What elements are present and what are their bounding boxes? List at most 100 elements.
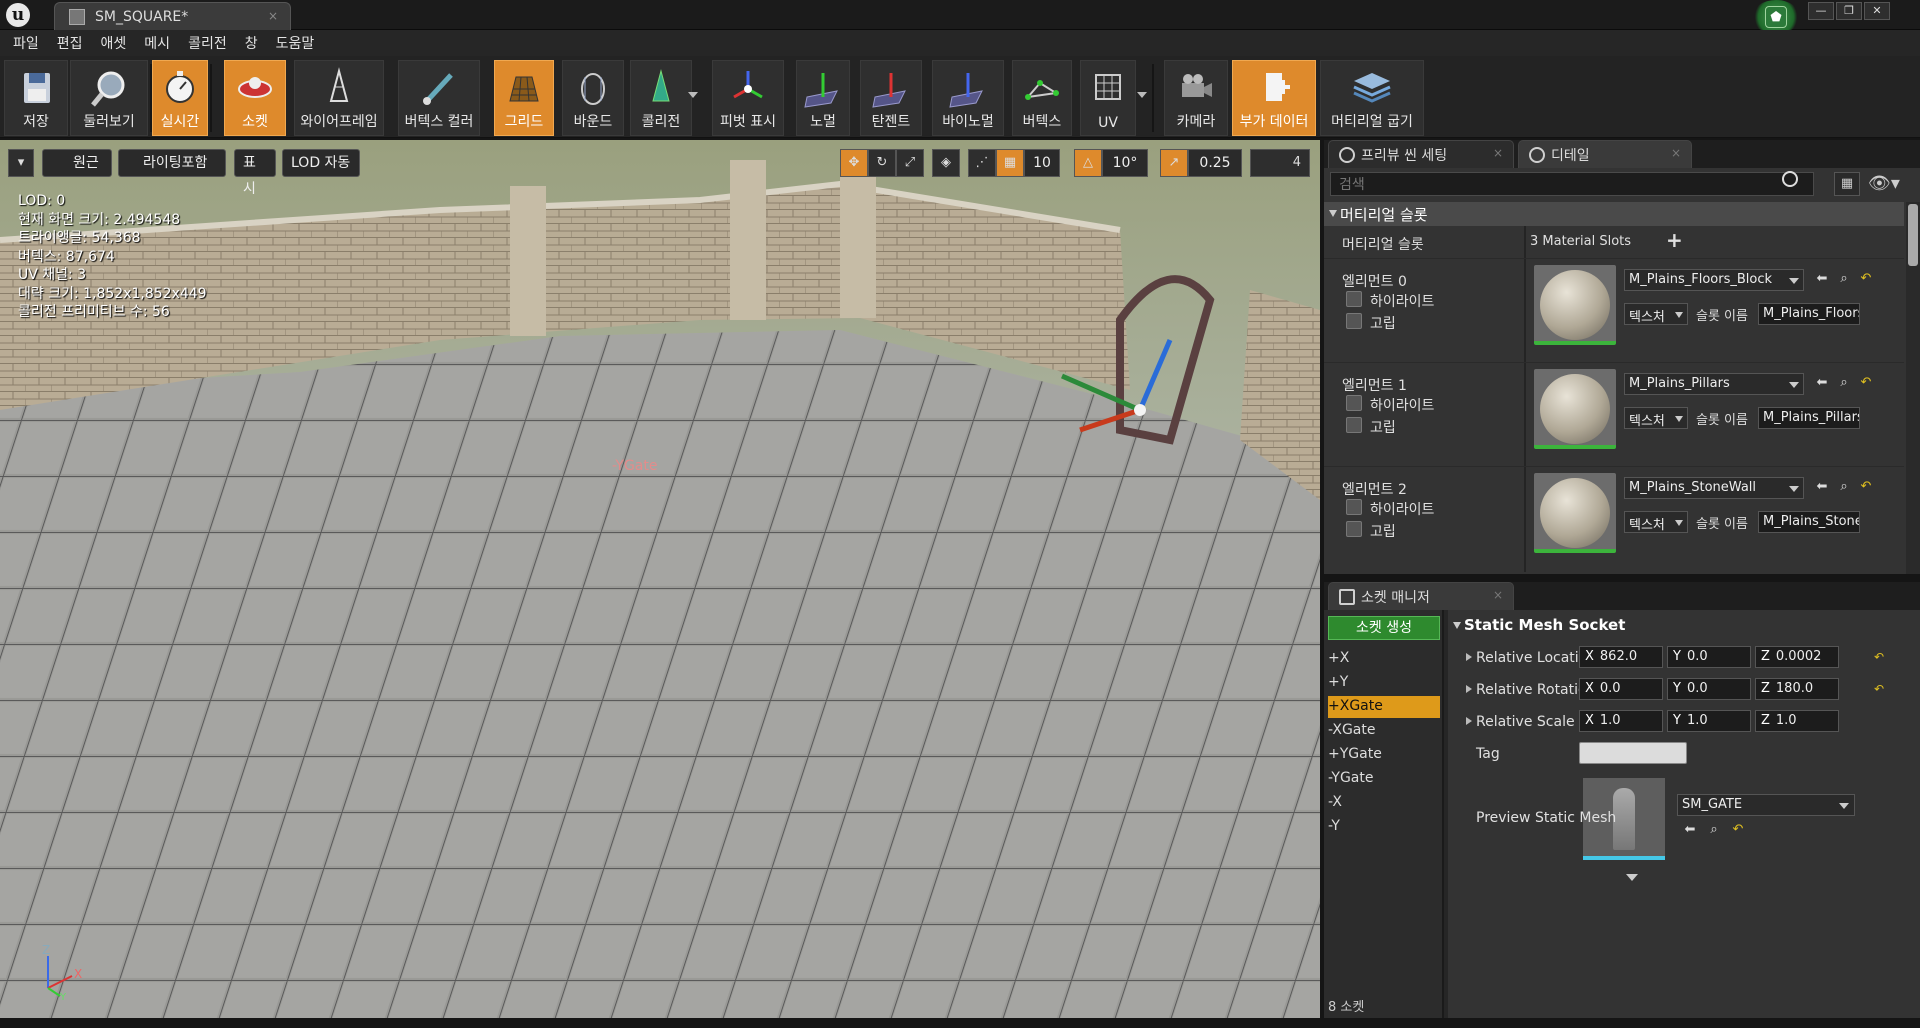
socket-item[interactable]: -X <box>1328 792 1440 814</box>
scale-z-field[interactable]: Z 1.0 <box>1755 710 1839 732</box>
browse-magnifier-icon[interactable]: ⌕ <box>1836 375 1852 393</box>
viewport-options-dropdown[interactable]: ▾ <box>8 149 34 177</box>
unreal-logo-icon[interactable]: u <box>6 3 30 27</box>
realtime-button[interactable]: 실시간 <box>152 60 208 136</box>
slot-name-field[interactable]: M_Plains_Floors_Block <box>1758 303 1860 325</box>
pivot-button[interactable]: 피벗 표시 <box>712 60 784 136</box>
isolate-checkbox[interactable] <box>1346 521 1362 537</box>
menu-collision[interactable]: 콜리전 <box>179 30 236 56</box>
close-window-button[interactable]: ✕ <box>1864 2 1890 20</box>
close-tab-icon[interactable]: × <box>1493 146 1503 160</box>
menu-edit[interactable]: 편집 <box>48 30 92 56</box>
preview-mesh-dropdown[interactable]: SM_GATE <box>1677 794 1855 816</box>
reset-location-icon[interactable]: ↶ <box>1874 650 1886 664</box>
texture-dropdown[interactable]: 텍스처 <box>1624 303 1688 325</box>
scale-tool-icon[interactable]: ⤢ <box>896 149 924 177</box>
socket-item[interactable]: -Y <box>1328 816 1440 838</box>
highlight-checkbox[interactable] <box>1346 395 1362 411</box>
location-y-field[interactable]: Y 0.0 <box>1667 646 1751 668</box>
rotation-y-field[interactable]: Y 0.0 <box>1667 678 1751 700</box>
use-selected-arrow-icon[interactable]: ⬅ <box>1814 375 1830 393</box>
expand-advanced-icon[interactable] <box>1626 874 1638 881</box>
search-icon[interactable] <box>1782 171 1798 187</box>
socket-item[interactable]: +X <box>1328 648 1440 670</box>
socket-item[interactable]: +Y <box>1328 672 1440 694</box>
material-thumbnail[interactable] <box>1534 265 1616 345</box>
rotation-z-field[interactable]: Z 180.0 <box>1755 678 1839 700</box>
document-tab[interactable]: SM_SQUARE* × <box>54 2 291 30</box>
viewport[interactable]: ▾ 원근 라이팅포함 표시 LOD 자동 ✥ ↻ ⤢ ◈ ⋰ ▦ 10 △ 10… <box>0 140 1320 1018</box>
grid-snap-value[interactable]: 10 <box>1024 149 1060 177</box>
material-picker-dropdown[interactable]: M_Plains_Pillars <box>1624 373 1804 395</box>
tab-preview-scene-settings[interactable]: 프리뷰 씬 세팅 × <box>1328 140 1514 168</box>
static-mesh-socket-header[interactable]: Static Mesh Socket <box>1448 616 1914 638</box>
binormal-button[interactable]: 바이노멀 <box>932 60 1004 136</box>
menu-mesh[interactable]: 메시 <box>135 30 179 56</box>
close-tab-icon[interactable]: × <box>1671 146 1681 160</box>
reset-to-default-icon[interactable]: ↶ <box>1858 375 1874 393</box>
browse-magnifier-icon[interactable]: ⌕ <box>1836 271 1852 289</box>
coordinate-space-icon[interactable]: ◈ <box>932 149 960 177</box>
details-search-input[interactable] <box>1330 172 1814 196</box>
save-button[interactable]: 저장 <box>4 60 68 136</box>
slot-name-field[interactable]: M_Plains_Pillars <box>1758 407 1860 429</box>
socket-item-selected[interactable]: +XGate <box>1328 696 1440 718</box>
collision-button[interactable]: 콜리전 <box>630 60 692 136</box>
camera-speed-button[interactable]: 4 <box>1250 149 1310 177</box>
menu-help[interactable]: 도움말 <box>267 30 324 56</box>
surface-snap-icon[interactable]: ⋰ <box>968 149 996 177</box>
highlight-checkbox[interactable] <box>1346 291 1362 307</box>
additional-data-button[interactable]: 부가 데이터 <box>1232 60 1316 136</box>
rotate-tool-icon[interactable]: ↻ <box>868 149 896 177</box>
scale-snap-icon[interactable]: ↗ <box>1160 149 1188 177</box>
menu-window[interactable]: 창 <box>236 30 267 56</box>
reset-to-default-icon[interactable]: ↶ <box>1730 822 1746 840</box>
scale-y-field[interactable]: Y 1.0 <box>1667 710 1751 732</box>
collision-dropdown-icon[interactable] <box>688 92 698 98</box>
browse-magnifier-icon[interactable]: ⌕ <box>1706 822 1722 840</box>
isolate-checkbox[interactable] <box>1346 313 1362 329</box>
bake-materials-button[interactable]: 머티리얼 굽기 <box>1320 60 1424 136</box>
socket-item[interactable]: -YGate <box>1328 768 1440 790</box>
material-picker-dropdown[interactable]: M_Plains_StoneWall <box>1624 477 1804 499</box>
relative-scale-label[interactable]: Relative Scale <box>1466 714 1575 730</box>
add-material-slot-button[interactable]: + <box>1666 228 1683 252</box>
source-control-badge-icon[interactable]: ⬟ <box>1752 0 1800 34</box>
close-tab-icon[interactable]: × <box>1493 588 1503 602</box>
material-picker-dropdown[interactable]: M_Plains_Floors_Block <box>1624 269 1804 291</box>
show-button[interactable]: 표시 <box>234 149 276 197</box>
grid-snap-icon[interactable]: ▦ <box>996 149 1024 177</box>
browse-button[interactable]: 둘러보기 <box>70 60 148 136</box>
maximize-button[interactable]: ❐ <box>1836 2 1862 20</box>
location-z-field[interactable]: Z 0.0002 <box>1755 646 1839 668</box>
tangent-button[interactable]: 탄젠트 <box>860 60 922 136</box>
material-thumbnail[interactable] <box>1534 473 1616 553</box>
highlight-checkbox[interactable] <box>1346 499 1362 515</box>
use-selected-arrow-icon[interactable]: ⬅ <box>1814 271 1830 289</box>
view-options-icon[interactable]: 👁▾ <box>1868 172 1908 196</box>
perspective-button[interactable]: 원근 <box>42 149 112 177</box>
use-selected-arrow-icon[interactable]: ⬅ <box>1682 822 1698 840</box>
translate-tool-icon[interactable]: ✥ <box>840 149 868 177</box>
wireframe-button[interactable]: 와이어프레임 <box>294 60 384 136</box>
bounds-button[interactable]: 바운드 <box>562 60 624 136</box>
use-selected-arrow-icon[interactable]: ⬅ <box>1814 479 1830 497</box>
grid-button[interactable]: 그리드 <box>494 60 554 136</box>
socket-item[interactable]: -XGate <box>1328 720 1440 742</box>
create-socket-button[interactable]: 소켓 생성 <box>1328 616 1440 640</box>
lod-button[interactable]: LOD 자동 <box>282 149 360 177</box>
scale-x-field[interactable]: X 1.0 <box>1579 710 1663 732</box>
scale-snap-value[interactable]: 0.25 <box>1188 149 1242 177</box>
lit-mode-button[interactable]: 라이팅포함 <box>118 149 226 177</box>
menu-asset[interactable]: 애셋 <box>92 30 136 56</box>
property-matrix-icon[interactable]: ▦ <box>1834 172 1860 196</box>
uv-dropdown-icon[interactable] <box>1137 92 1147 98</box>
material-thumbnail[interactable] <box>1534 369 1616 449</box>
socket-button[interactable]: 소켓 <box>224 60 286 136</box>
close-tab-icon[interactable]: × <box>268 9 278 23</box>
tag-input[interactable] <box>1579 742 1687 764</box>
menu-file[interactable]: 파일 <box>4 30 48 56</box>
slot-name-field[interactable]: M_Plains_StoneWall <box>1758 511 1860 533</box>
vertex-color-button[interactable]: 버텍스 컬러 <box>398 60 480 136</box>
socket-item[interactable]: +YGate <box>1328 744 1440 766</box>
